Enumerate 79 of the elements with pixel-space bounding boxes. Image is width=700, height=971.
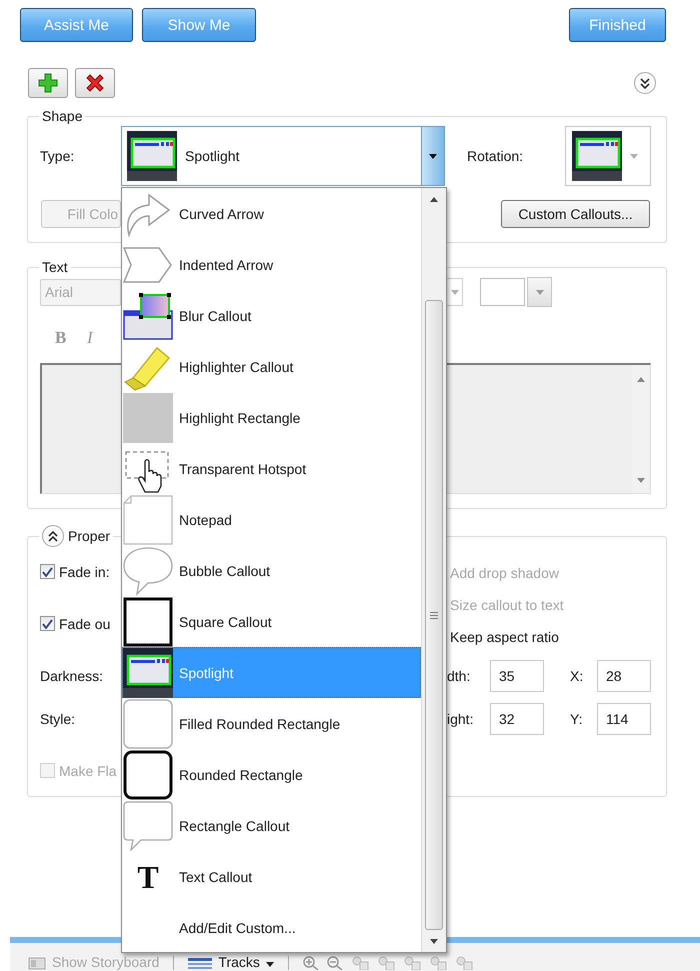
option-label[interactable]: Keep aspect ratio	[450, 629, 559, 645]
dropdown-option[interactable]: Transparent Hotspot	[122, 443, 421, 494]
figure-icon	[376, 956, 395, 970]
field-label: Y:	[570, 711, 584, 727]
scroll-down-icon	[430, 938, 438, 944]
spotlight-window-icon	[572, 131, 622, 181]
scroll-up-icon	[637, 377, 645, 382]
delete-button[interactable]	[75, 68, 115, 98]
number-field[interactable]: 35	[490, 660, 544, 692]
field-label: X:	[570, 668, 584, 684]
zoom-out-icon	[326, 956, 343, 970]
scroll-up-icon	[430, 196, 438, 202]
double-chevron-up-icon	[48, 530, 58, 542]
dropdown-option[interactable]: Indented Arrow	[122, 239, 421, 290]
check-icon	[42, 566, 53, 576]
spotlight-window-icon	[127, 131, 177, 181]
dropdown-option[interactable]: Blur Callout	[122, 290, 421, 341]
field-label: Rotation:	[467, 148, 524, 164]
dropdown-option[interactable]: Square Callout	[122, 596, 421, 647]
group-title: Text	[42, 259, 68, 275]
dropdown-option[interactable]: Add/Edit Custom...	[122, 902, 421, 953]
figure-icon	[350, 956, 369, 970]
checkbox[interactable]	[40, 616, 55, 631]
close-icon	[85, 73, 105, 93]
plus-icon	[38, 73, 58, 93]
dropdown-option[interactable]: Rounded Rectangle	[122, 749, 421, 800]
checkbox[interactable]	[40, 564, 55, 579]
add-button[interactable]	[28, 68, 68, 98]
caret-icon	[266, 962, 274, 967]
collapse-button[interactable]	[42, 525, 64, 547]
expand-button[interactable]	[634, 72, 656, 94]
checkbox-label: Fade in:	[59, 564, 110, 580]
caret-icon	[429, 154, 437, 158]
dropdown-option[interactable]: Highlight Rectangle	[122, 392, 421, 443]
scrollbar[interactable]	[421, 188, 446, 952]
group-title: Proper	[68, 528, 110, 544]
field-label: Style:	[40, 711, 76, 727]
field-label: ight:	[447, 711, 474, 727]
dropdown-option[interactable]: Curved Arrow	[122, 188, 421, 239]
blurred-window-icon	[123, 290, 173, 340]
dropdown-option[interactable]: Filled Rounded Rectangle	[122, 698, 421, 749]
custom-callouts-button[interactable]: Custom Callouts...	[501, 200, 650, 228]
dropdown-option[interactable]: Highlighter Callout	[122, 341, 421, 392]
scrollbar-thumb[interactable]	[425, 300, 443, 930]
figure-icon	[402, 956, 421, 970]
field-label: Darkness:	[40, 668, 104, 684]
checkbox-label: Make Fla	[59, 763, 117, 779]
caret-icon	[630, 154, 638, 158]
storyboard-icon	[28, 957, 46, 970]
checkbox-label: Fade ou	[59, 616, 110, 632]
field-label: Type:	[40, 148, 76, 164]
check-icon	[42, 618, 53, 628]
figure-icon	[428, 956, 447, 970]
dropdown-option[interactable]: T Text Callout	[122, 851, 421, 902]
type-combo[interactable]: Spotlight	[121, 126, 445, 186]
zoom-in-icon	[302, 956, 319, 970]
figure-icon	[454, 956, 473, 970]
spotlight-window-icon	[123, 648, 173, 698]
double-chevron-down-icon	[640, 78, 650, 88]
caret-icon	[536, 290, 544, 294]
filled-rectangle-icon	[123, 392, 173, 442]
number-field[interactable]: 32	[490, 703, 544, 735]
scroll-down-icon	[637, 478, 645, 483]
dropdown-button[interactable]	[421, 127, 444, 185]
dropdown-option[interactable]: Notepad	[122, 494, 421, 545]
field-label: dth:	[447, 668, 472, 684]
group-title: Shape	[42, 108, 82, 124]
number-field[interactable]: 114	[597, 703, 651, 735]
text-glyph-icon: T	[137, 860, 159, 894]
dropdown-option[interactable]: Rectangle Callout	[122, 800, 421, 851]
grip-icon	[430, 612, 438, 618]
number-field[interactable]: 28	[597, 660, 651, 692]
dropdown-option[interactable]: Bubble Callout	[122, 545, 421, 596]
caret-icon	[450, 290, 458, 294]
tracks-icon	[188, 957, 212, 970]
color-dropdown-button[interactable]	[527, 277, 552, 307]
toolbar-button[interactable]: Tracks	[218, 955, 260, 970]
rotation-combo[interactable]	[565, 126, 651, 186]
color-swatch[interactable]	[480, 278, 525, 306]
